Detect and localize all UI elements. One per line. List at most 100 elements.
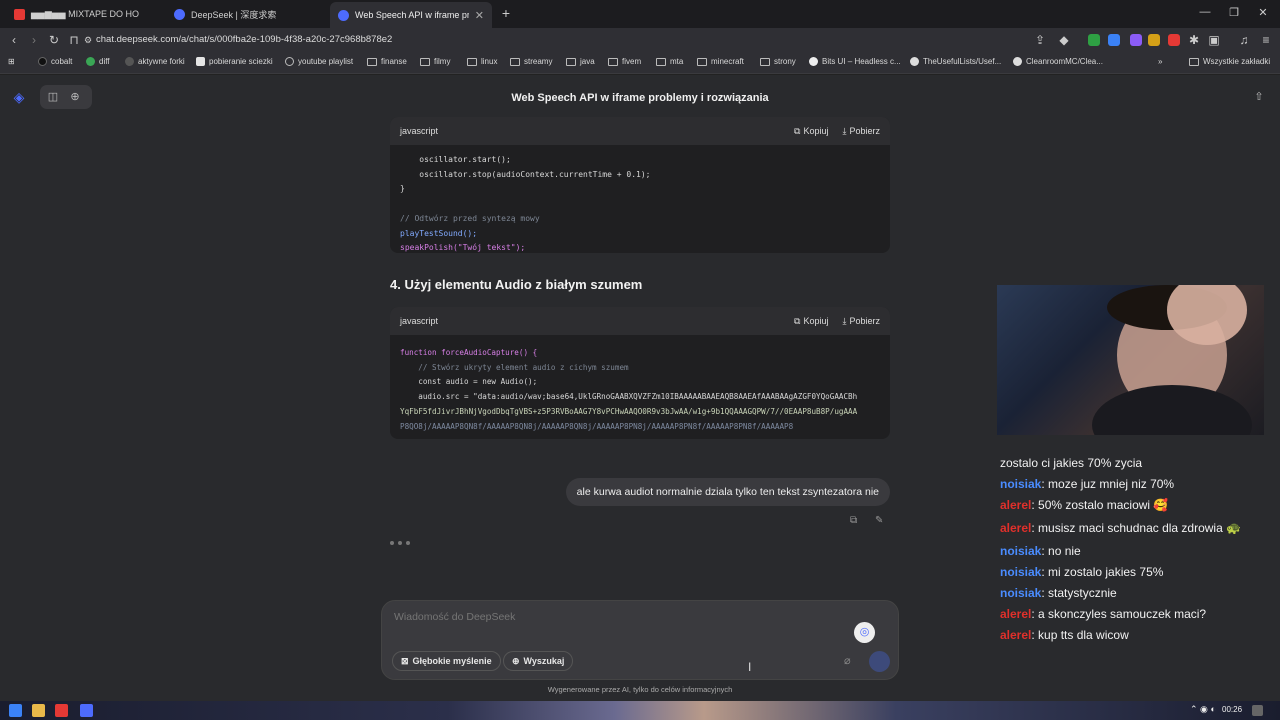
copy-message-icon[interactable]: ⧉: [850, 515, 857, 526]
chat-line: alerel: musisz maci schudnac dla zdrowia…: [1000, 521, 1242, 535]
message-input[interactable]: [394, 611, 834, 623]
deep-think-button[interactable]: ⊠ Głębokie myślenie: [392, 651, 501, 671]
assistant-bubble-icon[interactable]: ◎: [854, 622, 875, 643]
brave-browser-icon[interactable]: [55, 704, 68, 717]
typing-indicator: [390, 541, 410, 545]
chat-line: alerel: kup tts dla wicow: [1000, 628, 1129, 642]
bookmark-linux[interactable]: linux: [467, 57, 497, 66]
extension-icon[interactable]: [1168, 34, 1180, 46]
bookmark-diff[interactable]: diff: [86, 57, 110, 66]
bookmark-mta[interactable]: mta: [656, 57, 683, 66]
folder-icon: [367, 57, 377, 66]
close-tab-icon[interactable]: ✕: [475, 9, 484, 22]
share-chat-icon[interactable]: ⇧: [1250, 88, 1268, 106]
bookmark-filmy[interactable]: filmy: [420, 57, 450, 66]
menu-icon[interactable]: ≡: [1258, 32, 1274, 48]
folder-icon: [608, 57, 618, 66]
bookmark-label: streamy: [524, 57, 553, 66]
folder-icon: [510, 57, 520, 66]
code-header: javascript ⧉ Kopiuj ⤓ Pobierz: [390, 117, 890, 145]
tab-label: ▅▅▆▅▅ MIXTAPE DO HO: [31, 8, 139, 19]
site-info-icon[interactable]: ⚙: [80, 32, 96, 48]
bookmark-streamy[interactable]: streamy: [510, 57, 552, 66]
bookmark-aktywne-forki[interactable]: aktywne forki: [125, 57, 185, 66]
code-line: function forceAudioCapture() {: [400, 348, 538, 357]
folder-icon: [656, 57, 666, 66]
search-label: Wyszukaj: [523, 656, 565, 666]
section-heading: 4. Użyj elementu Audio z białym szumem: [390, 277, 643, 292]
bookmark-label: cobalt: [51, 57, 73, 66]
bookmark-cobalt[interactable]: cobalt: [38, 57, 72, 66]
edit-message-icon[interactable]: ✎: [875, 515, 883, 526]
brave-shield-icon[interactable]: ◆: [1056, 32, 1072, 48]
bookmark-label: diff: [99, 57, 110, 66]
atom-icon: ⊠: [401, 655, 409, 666]
url-field[interactable]: chat.deepseek.com/a/chat/s/000fba2e-109b…: [96, 32, 392, 48]
share-icon[interactable]: ⇪: [1032, 32, 1048, 48]
deep-think-label: Głębokie myślenie: [412, 656, 492, 666]
download-label: Pobierz: [849, 126, 880, 136]
bookmark-pobieranie[interactable]: pobieranie sciezki: [196, 57, 273, 66]
attach-icon[interactable]: ⌀: [844, 654, 851, 667]
reload-icon[interactable]: ↻: [46, 32, 62, 48]
bookmark-label: filmy: [434, 57, 451, 66]
close-window-button[interactable]: ✕: [1253, 6, 1273, 19]
bookmark-bits-ui[interactable]: Bits UI – Headless c...: [809, 57, 901, 66]
restore-button[interactable]: ❐: [1224, 6, 1244, 19]
extension-badge-icon[interactable]: [1130, 34, 1142, 46]
bookmark-label: youtube playlist: [298, 57, 354, 66]
search-button[interactable]: ⊕ Wyszukaj: [503, 651, 574, 671]
copy-code-button[interactable]: ⧉ Kopiuj: [794, 126, 828, 137]
download-icon: [196, 57, 205, 66]
tab-web-speech[interactable]: Web Speech API w iframe proble ✕: [330, 2, 492, 28]
folder-icon: [566, 57, 576, 66]
extension-icon[interactable]: [1108, 34, 1120, 46]
bookmark-all[interactable]: Wszystkie zakładki: [1189, 57, 1270, 66]
download-code-button[interactable]: ⤓ Pobierz: [843, 126, 881, 137]
bookmark-label: aktywne forki: [138, 57, 185, 66]
download-icon: ⤓: [842, 125, 847, 136]
extensions-puzzle-icon[interactable]: ✱: [1186, 32, 1202, 48]
forward-icon[interactable]: ›: [26, 32, 42, 48]
copy-code-button[interactable]: ⧉ Kopiuj: [794, 316, 828, 327]
download-code-button[interactable]: ⤓ Pobierz: [843, 316, 881, 327]
bookmark-fivem[interactable]: fivem: [608, 57, 641, 66]
copy-icon: ⧉: [794, 315, 801, 326]
minimize-button[interactable]: —: [1195, 6, 1215, 18]
tab-deepseek-home[interactable]: DeepSeek | 深度求索: [166, 3, 326, 25]
file-explorer-icon[interactable]: [32, 704, 45, 717]
folder-icon: [1189, 57, 1199, 66]
bookmark-usefullists[interactable]: TheUsefulLists/Usef...: [910, 57, 1001, 66]
tab-mixtape[interactable]: ▅▅▆▅▅ MIXTAPE DO HO: [6, 3, 156, 25]
bookmark-cleanroom[interactable]: CleanroomMC/Clea...: [1013, 57, 1103, 66]
chat-line: zostalo ci jakies 70% zycia: [1000, 456, 1143, 470]
code-content: function forceAudioCapture() { // Stwórz…: [390, 335, 890, 439]
new-tab-button[interactable]: +: [496, 5, 516, 21]
deepseek-app-icon[interactable]: [80, 704, 93, 717]
bookmark-label: finanse: [381, 57, 407, 66]
apps-grid-icon[interactable]: ⊞: [8, 57, 15, 66]
extension-check-icon[interactable]: [1088, 34, 1100, 46]
bookmark-java[interactable]: java: [566, 57, 595, 66]
bookmark-minecraft[interactable]: minecraft: [697, 57, 744, 66]
back-icon[interactable]: ‹: [6, 32, 22, 48]
windows-start-icon[interactable]: [9, 704, 22, 717]
code-language: javascript: [400, 126, 439, 136]
notifications-icon[interactable]: [1252, 705, 1263, 716]
bookmark-label: fivem: [622, 57, 642, 66]
send-button[interactable]: [869, 651, 890, 672]
extension-icon[interactable]: [1148, 34, 1160, 46]
bookmark-strony[interactable]: strony: [760, 57, 796, 66]
code-line: oscillator.stop(audioContext.currentTime…: [400, 169, 651, 179]
bookmark-youtube-playlist[interactable]: youtube playlist: [285, 57, 353, 66]
code-line: }: [400, 184, 405, 194]
globe-icon: [285, 57, 294, 66]
system-tray-icon[interactable]: ⌃ ◉ ◐: [1190, 704, 1216, 715]
chat-line: alerel: a skonczyles samouczek maci?: [1000, 607, 1207, 621]
code-line: // Odtwórz przed syntezą mowy: [400, 213, 540, 223]
code-line: const audio = new Audio();: [400, 377, 538, 387]
sidebar-toggle-icon[interactable]: ▣: [1206, 32, 1222, 48]
media-icon[interactable]: ♫: [1236, 32, 1252, 48]
bookmark-finanse[interactable]: finanse: [367, 57, 407, 66]
more-bookmarks-icon[interactable]: »: [1158, 57, 1162, 66]
